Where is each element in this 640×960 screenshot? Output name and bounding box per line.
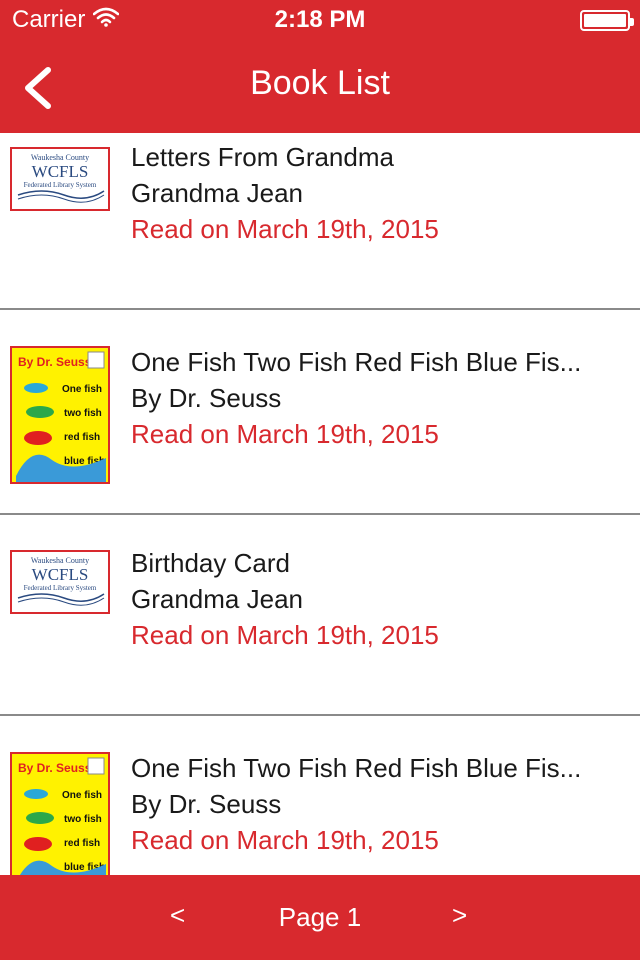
- book-info: Letters From Grandma Grandma Jean Read o…: [131, 139, 620, 247]
- list-item[interactable]: Waukesha County WCFLS Federated Library …: [0, 515, 640, 716]
- book-author: Grandma Jean: [131, 178, 303, 208]
- book-cover-wcfls: Waukesha County WCFLS Federated Library …: [10, 550, 110, 614]
- next-page-button[interactable]: >: [452, 900, 467, 931]
- status-time: 2:18 PM: [274, 6, 366, 33]
- book-info: Birthday Card Grandma Jean Read on March…: [131, 545, 620, 653]
- page-indicator: Page 1: [278, 902, 362, 932]
- book-author: Grandma Jean: [131, 584, 303, 614]
- svg-text:Federated Library System: Federated Library System: [24, 181, 97, 189]
- book-title: One Fish Two Fish Red Fish Blue Fis...: [131, 347, 582, 377]
- svg-text:two fish: two fish: [64, 408, 102, 419]
- read-date: Read on March 19th, 2015: [131, 825, 439, 855]
- read-date: Read on March 19th, 2015: [131, 214, 439, 244]
- svg-text:Federated Library System: Federated Library System: [24, 584, 97, 592]
- svg-text:Waukesha County: Waukesha County: [31, 153, 89, 162]
- svg-text:red fish: red fish: [64, 838, 100, 849]
- book-title: Birthday Card: [131, 548, 290, 578]
- book-title: One Fish Two Fish Red Fish Blue Fis...: [131, 753, 582, 783]
- battery-icon: [580, 10, 634, 31]
- book-author: By Dr. Seuss: [131, 383, 282, 413]
- list-item[interactable]: By Dr. Seuss One fish two fish red fish …: [0, 310, 640, 515]
- svg-text:WCFLS: WCFLS: [32, 162, 89, 181]
- book-cover-wcfls: Waukesha County WCFLS Federated Library …: [10, 147, 110, 211]
- list-item[interactable]: Waukesha County WCFLS Federated Library …: [0, 133, 640, 310]
- svg-text:One fish: One fish: [62, 790, 102, 801]
- svg-text:Waukesha County: Waukesha County: [31, 556, 89, 565]
- svg-text:two fish: two fish: [64, 814, 102, 825]
- svg-text:By Dr. Seuss: By Dr. Seuss: [18, 761, 92, 775]
- book-info: One Fish Two Fish Red Fish Blue Fis... B…: [131, 750, 620, 858]
- book-cover-seuss: By Dr. Seuss One fish two fish red fish …: [10, 346, 110, 484]
- list-item[interactable]: By Dr. Seuss One fish two fish red fish …: [0, 716, 640, 875]
- svg-text:By Dr. Seuss: By Dr. Seuss: [18, 355, 92, 369]
- pagination-bar: < Page 1 >: [0, 875, 640, 960]
- page-title: Book List: [250, 64, 390, 102]
- status-bar: Carrier 2:18 PM: [0, 0, 640, 40]
- header-bar: Carrier 2:18 PM Book List: [0, 0, 640, 133]
- svg-text:red fish: red fish: [64, 432, 100, 443]
- book-author: By Dr. Seuss: [131, 789, 282, 819]
- svg-text:One fish: One fish: [62, 384, 102, 395]
- svg-text:WCFLS: WCFLS: [32, 565, 89, 584]
- read-date: Read on March 19th, 2015: [131, 419, 439, 449]
- book-list[interactable]: Waukesha County WCFLS Federated Library …: [0, 133, 640, 875]
- book-info: One Fish Two Fish Red Fish Blue Fis... B…: [131, 344, 620, 452]
- book-title: Letters From Grandma: [131, 142, 394, 172]
- read-date: Read on March 19th, 2015: [131, 620, 439, 650]
- book-cover-seuss: By Dr. Seuss One fish two fish red fish …: [10, 752, 110, 875]
